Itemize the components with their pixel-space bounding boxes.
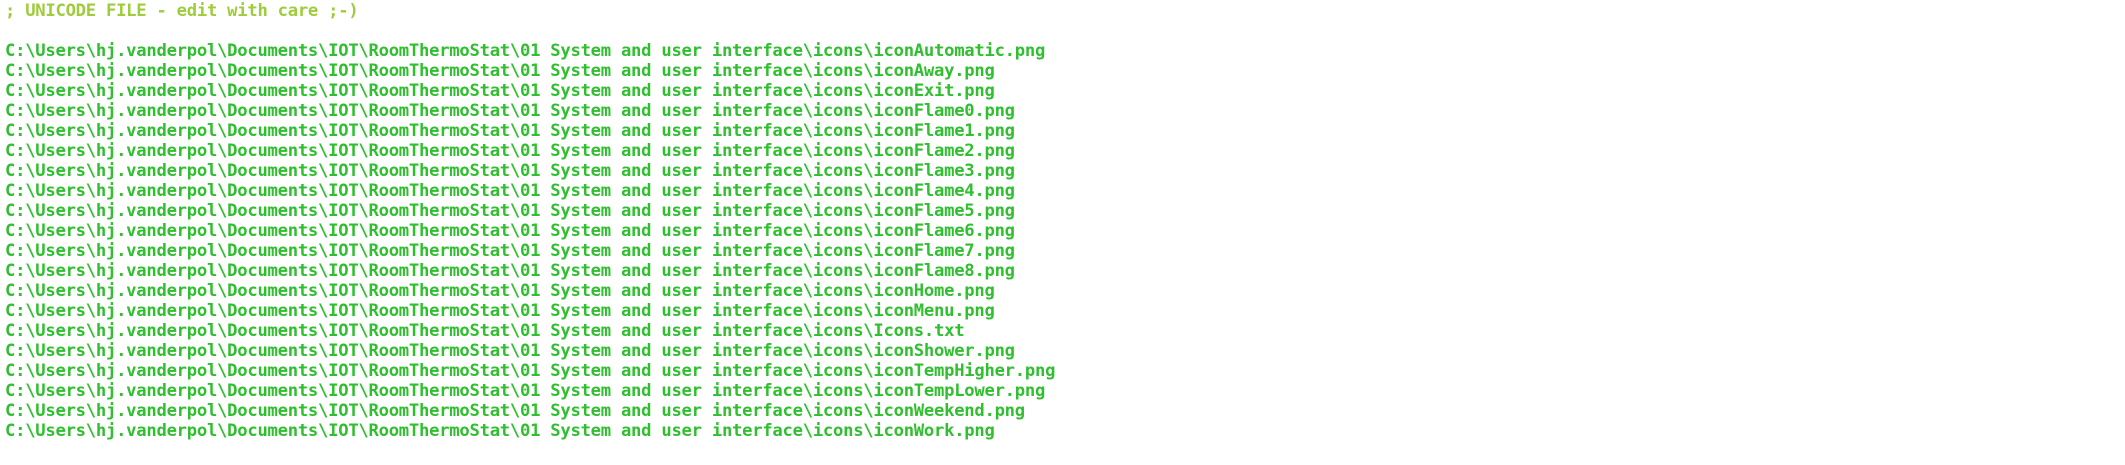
file-path-list: C:\Users\hj.vanderpol\Documents\IOT\Room…	[5, 41, 2125, 441]
file-path-line: C:\Users\hj.vanderpol\Documents\IOT\Room…	[5, 241, 1015, 261]
file-path-line: C:\Users\hj.vanderpol\Documents\IOT\Room…	[5, 201, 1015, 221]
file-path-line: C:\Users\hj.vanderpol\Documents\IOT\Room…	[5, 221, 1015, 241]
file-path-line: C:\Users\hj.vanderpol\Documents\IOT\Room…	[5, 41, 1046, 61]
file-path-line: C:\Users\hj.vanderpol\Documents\IOT\Room…	[5, 81, 995, 101]
file-path-line: C:\Users\hj.vanderpol\Documents\IOT\Room…	[5, 281, 995, 301]
file-path-line: C:\Users\hj.vanderpol\Documents\IOT\Room…	[5, 341, 1015, 361]
file-path-line: C:\Users\hj.vanderpol\Documents\IOT\Room…	[5, 401, 1025, 421]
text-file-viewer: ; UNICODE FILE - edit with care ;-) C:\U…	[0, 0, 2125, 465]
file-path-line: C:\Users\hj.vanderpol\Documents\IOT\Room…	[5, 121, 1015, 141]
file-path-line: C:\Users\hj.vanderpol\Documents\IOT\Room…	[5, 141, 1015, 161]
header-comment: ; UNICODE FILE - edit with care ;-)	[5, 1, 359, 21]
file-path-line: C:\Users\hj.vanderpol\Documents\IOT\Room…	[5, 61, 995, 81]
file-path-line: C:\Users\hj.vanderpol\Documents\IOT\Room…	[5, 101, 1015, 121]
file-path-line: C:\Users\hj.vanderpol\Documents\IOT\Room…	[5, 361, 1056, 381]
file-path-line: C:\Users\hj.vanderpol\Documents\IOT\Room…	[5, 321, 965, 341]
file-path-line: C:\Users\hj.vanderpol\Documents\IOT\Room…	[5, 161, 1015, 181]
file-path-line: C:\Users\hj.vanderpol\Documents\IOT\Room…	[5, 181, 1015, 201]
file-path-line: C:\Users\hj.vanderpol\Documents\IOT\Room…	[5, 261, 1015, 281]
file-path-line: C:\Users\hj.vanderpol\Documents\IOT\Room…	[5, 301, 995, 321]
file-path-line: C:\Users\hj.vanderpol\Documents\IOT\Room…	[5, 381, 1046, 401]
file-path-line: C:\Users\hj.vanderpol\Documents\IOT\Room…	[5, 421, 995, 441]
